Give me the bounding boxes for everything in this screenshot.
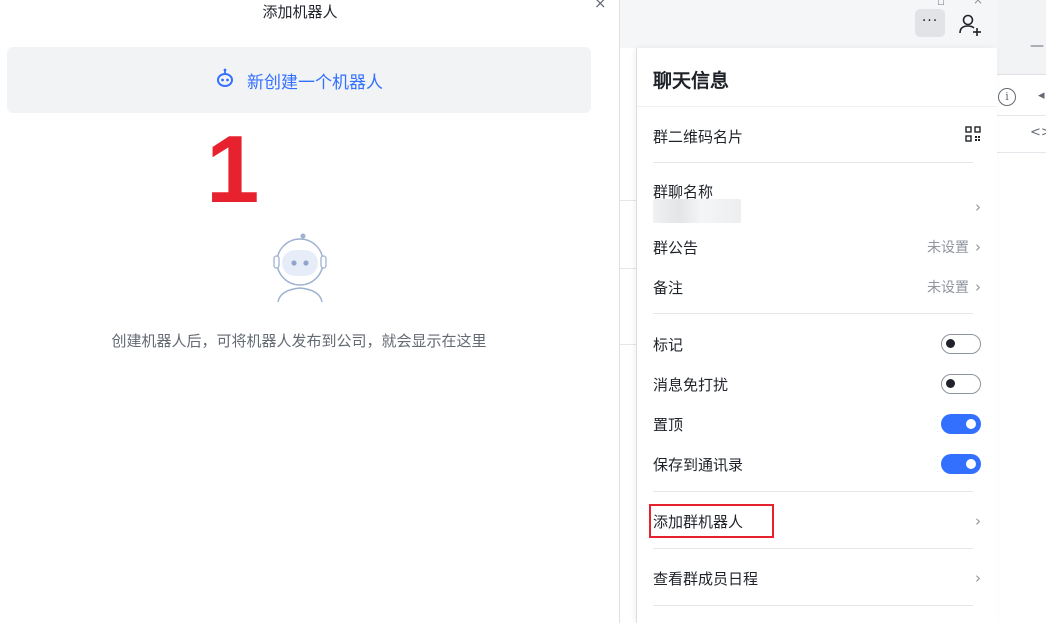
create-robot-button[interactable]: 新创建一个机器人 [7,47,591,113]
divider [620,268,637,269]
robot-illustration-icon [268,232,332,308]
row-value: 未设置 [927,280,969,296]
panel-title: 聊天信息 [653,70,730,92]
divider [653,162,973,163]
window-restore-icon[interactable]: ▫ [937,0,945,8]
mark-toggle[interactable] [941,334,981,354]
dialog-title: 添加机器人 [262,3,338,21]
app-window: 添加机器人 × 新创建一个机器人 1 创建机器人后，可将机器人发布到公司，就会显… [0,0,1046,623]
divider [997,115,1046,116]
row-right: › [975,198,981,216]
row-label: 保存到通讯录 [653,455,744,474]
row-right: › [975,512,981,530]
more-options-button[interactable]: ··· [915,9,945,37]
add-user-icon[interactable] [957,11,983,37]
group-qrcode-row[interactable]: 群二维码名片 [653,124,981,148]
background-list [620,48,637,623]
mark-row: 标记 [653,332,981,356]
robot-icon [215,68,235,92]
window-close-icon[interactable]: × [973,0,983,7]
pin-row: 置顶 [653,412,981,436]
row-label: 置顶 [653,415,684,434]
divider [637,106,997,107]
save-contacts-row: 保存到通讯录 [653,452,981,476]
row-right [941,334,981,354]
step-marker: 1 [206,116,260,223]
divider [653,548,973,549]
row-label: 群公告 [653,238,699,257]
group-announcement-row[interactable]: 群公告 未设置 › [653,235,981,259]
mute-toggle[interactable] [941,374,981,394]
mute-row: 消息免打扰 [653,372,981,396]
create-robot-label: 新创建一个机器人 [247,72,383,93]
row-right [965,126,981,146]
row-right [941,374,981,394]
row-label: 查看群成员日程 [653,569,759,588]
chevron-right-icon: › [975,238,981,256]
row-label: 备注 [653,278,684,297]
more-icon: ··· [921,12,939,29]
chevron-right-icon: › [975,198,981,216]
divider [620,344,637,345]
highlight-box [649,504,774,538]
divider [653,605,973,606]
pin-toggle[interactable] [941,414,981,434]
divider [620,200,637,201]
row-right: › [975,569,981,587]
remark-row[interactable]: 备注 未设置 › [653,275,981,299]
code-icon[interactable]: <> [1030,125,1046,140]
add-robot-dialog: 添加机器人 × 新创建一个机器人 1 创建机器人后，可将机器人发布到公司，就会显… [0,0,619,623]
arrow-left-icon[interactable]: ◂ [1038,88,1045,103]
empty-state-text: 创建机器人后，可将机器人发布到公司，就会显示在这里 [111,332,487,350]
qrcode-icon [965,126,981,146]
row-label: 消息免打扰 [653,375,729,394]
member-schedule-row[interactable]: 查看群成员日程 › [653,566,981,590]
row-right: 未设置 › [927,277,981,297]
row-right [941,454,981,474]
row-label: 标记 [653,335,684,354]
group-name-value [653,199,741,223]
divider [997,152,1046,153]
close-icon[interactable]: × [594,0,607,12]
save-contacts-toggle[interactable] [941,454,981,474]
chevron-right-icon: › [975,569,981,587]
minimize-icon[interactable]: — [1030,38,1044,54]
info-icon[interactable]: i [998,88,1016,106]
divider [653,313,973,314]
row-value: 未设置 [927,240,969,256]
row-label: 群二维码名片 [653,127,744,146]
chevron-right-icon: › [975,278,981,296]
divider [653,491,973,492]
chevron-right-icon: › [975,512,981,530]
row-right: 未设置 › [927,237,981,257]
row-right [941,414,981,434]
chat-info-panel: 聊天信息 群二维码名片 群聊名称 › 群公告 未设置 › 备注 未设置 › 标记… [637,48,997,623]
